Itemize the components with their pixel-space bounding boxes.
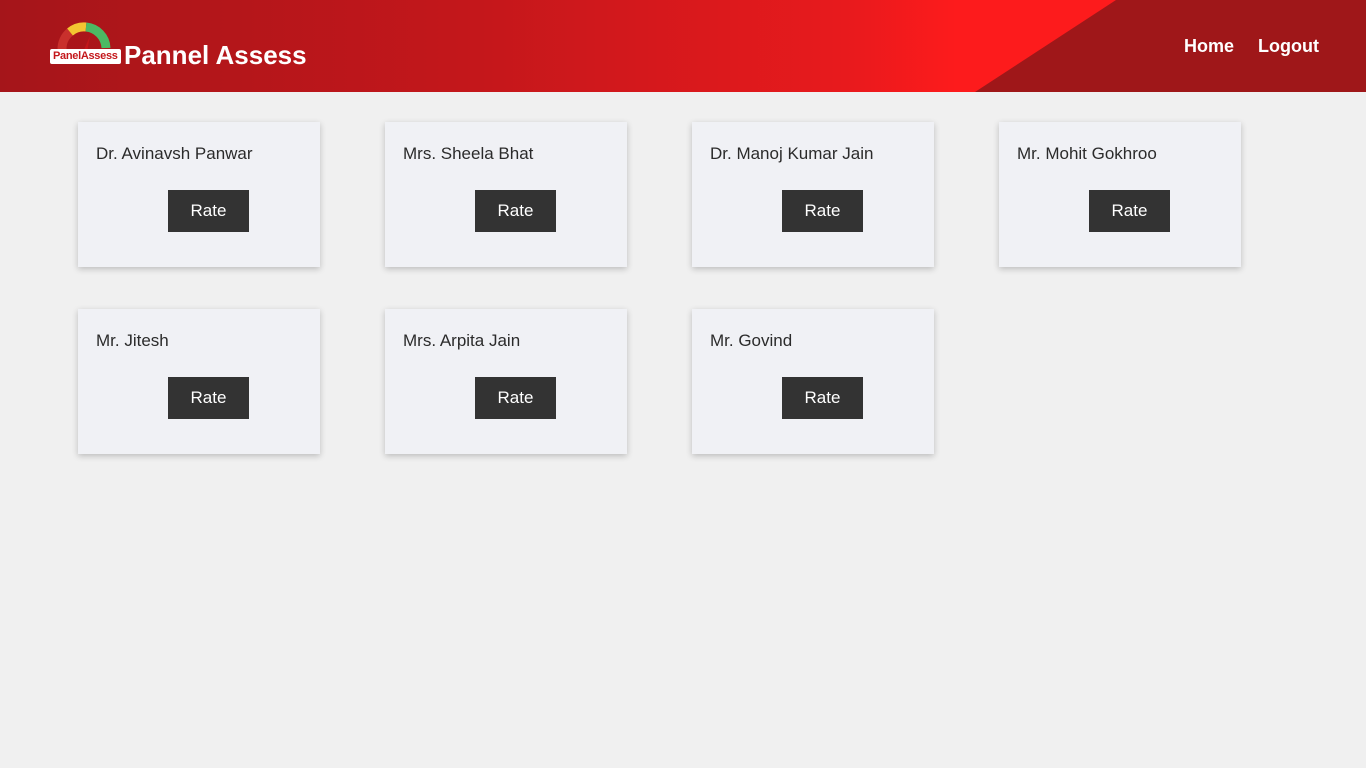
rate-button[interactable]: Rate <box>782 377 863 419</box>
brand-link[interactable]: PanelAssess Pannel Assess <box>48 12 307 72</box>
panelist-name: Mr. Jitesh <box>96 331 169 350</box>
rate-button[interactable]: Rate <box>168 377 249 419</box>
panelist-card: Mr. Mohit Gokhroo Rate <box>999 122 1241 267</box>
app-title: Pannel Assess <box>124 40 307 70</box>
logo-label: PanelAssess <box>50 49 121 64</box>
panelist-card: Dr. Avinavsh Panwar Rate <box>78 122 320 267</box>
top-navbar: PanelAssess Pannel Assess Home Logout <box>0 0 1366 92</box>
speedometer-gauge-icon: PanelAssess <box>48 14 124 72</box>
panelist-card: Dr. Manoj Kumar Jain Rate <box>692 122 934 267</box>
panelist-card: Mr. Jitesh Rate <box>78 309 320 454</box>
panelist-name: Mrs. Arpita Jain <box>403 331 521 350</box>
nav-home-link[interactable]: Home <box>1184 33 1234 59</box>
rate-button[interactable]: Rate <box>168 190 249 232</box>
rate-button[interactable]: Rate <box>475 377 556 419</box>
panelist-card: Mrs. Arpita Jain Rate <box>385 309 627 454</box>
panelist-name: Dr. Avinavsh Panwar <box>96 144 253 163</box>
panelist-name: Mr. Govind <box>710 331 793 350</box>
panelist-card: Mr. Govind Rate <box>692 309 934 454</box>
panelist-card: Mrs. Sheela Bhat Rate <box>385 122 627 267</box>
rate-button[interactable]: Rate <box>475 190 556 232</box>
panelist-name: Mr. Mohit Gokhroo <box>1017 144 1157 163</box>
rate-button[interactable]: Rate <box>1089 190 1170 232</box>
nav-links: Home Logout <box>1184 33 1319 59</box>
rate-button[interactable]: Rate <box>782 190 863 232</box>
panelist-name: Dr. Manoj Kumar Jain <box>710 144 874 163</box>
nav-logout-link[interactable]: Logout <box>1258 33 1319 59</box>
panelist-name: Mrs. Sheela Bhat <box>403 144 534 163</box>
